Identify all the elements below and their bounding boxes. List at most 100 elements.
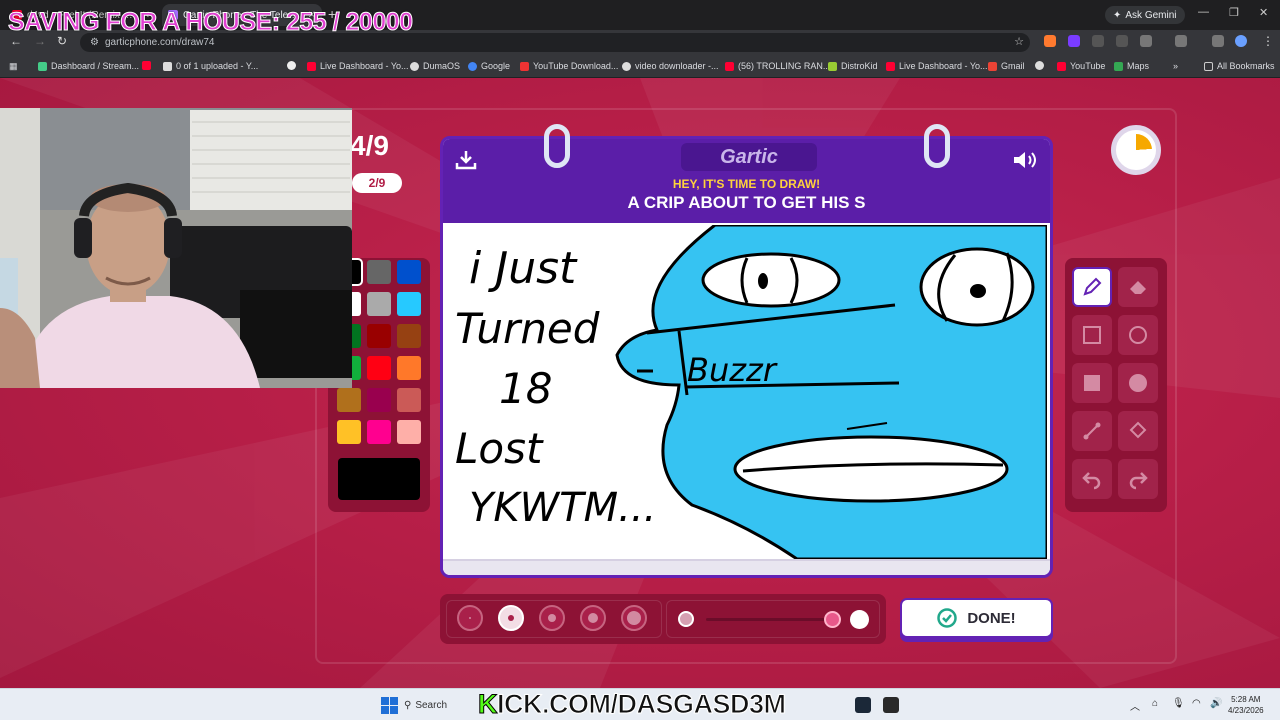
brush-size-4[interactable] (580, 605, 606, 631)
bookmark-label: Google (481, 61, 511, 71)
eraser-tool[interactable] (1118, 267, 1158, 307)
epic-games-icon[interactable] (883, 697, 899, 713)
brush-size-3[interactable] (539, 605, 565, 631)
volume-icon[interactable]: 🔊 (1210, 698, 1222, 709)
windows-taskbar: ⚲ Search KICK.COM/DASGASD3M ︿ ⌂ 🎙 ◠ 🔊 5:2… (0, 688, 1280, 720)
tab-search-icon[interactable] (1175, 35, 1187, 47)
bookmark-item[interactable] (287, 61, 296, 70)
ask-gemini-label: Ask Gemini (1125, 9, 1177, 21)
bookmark-item[interactable]: Live Dashboard - Yo... (307, 61, 409, 71)
steam-icon[interactable] (855, 697, 871, 713)
site-info-icon[interactable]: ⚙ (90, 37, 99, 48)
apps-icon[interactable]: ▦ (9, 61, 18, 72)
color-swatch[interactable] (397, 324, 421, 348)
taskbar-search[interactable]: ⚲ Search (404, 694, 464, 716)
undo-tool[interactable] (1072, 459, 1112, 499)
minimize-button[interactable]: — (1198, 6, 1209, 18)
bookmark-item[interactable]: DistroKid (828, 61, 878, 71)
bookmark-item[interactable]: Live Dashboard - Yo... (886, 61, 988, 71)
windows-start-icon[interactable] (381, 697, 398, 714)
brush-size-1[interactable] (457, 605, 483, 631)
color-swatch[interactable] (367, 324, 391, 348)
webcam-feed (0, 108, 352, 388)
drawing-card: Gartic HEY, IT'S TIME TO DRAW! A CRIP AB… (440, 136, 1053, 578)
extension-icon[interactable] (1068, 35, 1080, 47)
drawing-line: i Just (469, 243, 578, 294)
gartic-logo: Gartic (681, 143, 817, 171)
done-button[interactable]: DONE! (900, 598, 1053, 638)
bookmark-item[interactable]: YouTube Download... (520, 61, 618, 71)
color-swatch[interactable] (367, 388, 391, 412)
brush-size-bar (440, 594, 886, 644)
media-icon[interactable] (1212, 35, 1224, 47)
microphone-icon[interactable]: 🎙 (1172, 698, 1185, 709)
color-swatch[interactable] (397, 292, 421, 316)
timer (1111, 125, 1161, 175)
color-swatch[interactable] (397, 260, 421, 284)
bookmark-item[interactable]: DumaOS (410, 61, 460, 71)
bookmark-item[interactable] (142, 61, 151, 70)
line-icon (1083, 422, 1101, 440)
extension-icon[interactable] (1116, 35, 1128, 47)
extensions-puzzle-icon[interactable] (1140, 35, 1152, 47)
color-swatch[interactable] (367, 420, 391, 444)
savings-overlay: SAVING FOR A HOUSE: 255 / 20000 (8, 8, 414, 37)
bookmark-item[interactable]: Google (468, 61, 510, 71)
tool-panel (1065, 258, 1167, 512)
bookmark-item[interactable] (1035, 61, 1044, 70)
rectangle-tool[interactable] (1072, 315, 1112, 355)
opacity-slider[interactable] (706, 618, 836, 621)
ask-gemini-button[interactable]: ✦ Ask Gemini (1105, 6, 1185, 24)
done-label: DONE! (967, 609, 1016, 627)
color-swatch[interactable] (367, 260, 391, 284)
fill-tool[interactable] (1118, 411, 1158, 451)
brush-size-5[interactable] (621, 605, 647, 631)
pencil-tool[interactable] (1072, 267, 1112, 307)
ellipse-tool[interactable] (1118, 315, 1158, 355)
menu-icon[interactable]: ⋮ (1262, 34, 1274, 48)
redo-tool[interactable] (1118, 459, 1158, 499)
clock-date: 4/23/2026 (1228, 706, 1264, 715)
bookmark-item[interactable]: Maps (1114, 61, 1149, 71)
bookmark-label: YouTube Download... (533, 61, 619, 71)
color-swatch[interactable] (367, 356, 391, 380)
bookmark-label: Gmail (1001, 61, 1025, 71)
sound-icon[interactable] (1012, 149, 1038, 171)
profile-avatar[interactable] (1235, 35, 1247, 47)
more-bookmarks-icon[interactable]: » (1173, 61, 1178, 71)
bookmark-label: Live Dashboard - Yo... (899, 61, 988, 71)
all-bookmarks-label: All Bookmarks (1217, 61, 1275, 71)
color-swatch[interactable] (397, 420, 421, 444)
maximize-button[interactable]: ❐ (1229, 6, 1239, 19)
bookmark-item[interactable]: (56) TROLLING RAN... (725, 61, 830, 71)
filled-rectangle-tool[interactable] (1072, 363, 1112, 403)
close-window-button[interactable]: ✕ (1259, 6, 1268, 19)
bookmark-item[interactable]: video downloader -... (622, 61, 719, 71)
download-icon[interactable] (455, 149, 477, 171)
circle-outline-icon (1129, 326, 1147, 344)
color-swatch[interactable] (397, 388, 421, 412)
extension-icon[interactable] (1092, 35, 1104, 47)
wifi-icon[interactable]: ◠ (1192, 698, 1201, 709)
bookmark-item[interactable]: Dashboard / Stream... (38, 61, 139, 71)
line-tool[interactable] (1072, 411, 1112, 451)
color-swatch[interactable] (397, 356, 421, 380)
color-swatch[interactable] (337, 388, 361, 412)
bookmark-star-icon[interactable]: ☆ (1014, 35, 1024, 48)
color-swatch[interactable] (337, 420, 361, 444)
bookmark-item[interactable]: YouTube (1057, 61, 1105, 71)
color-swatch[interactable] (367, 292, 391, 316)
drawing-canvas[interactable]: i Just Turned 18 Lost YKWTM... Buzzr (447, 225, 1047, 559)
timer-dial (1120, 134, 1152, 166)
network-icon[interactable]: ⌂ (1152, 698, 1158, 709)
brush-size-2[interactable] (498, 605, 524, 631)
taskbar-clock[interactable]: 5:28 AM 4/23/2026 (1228, 694, 1264, 716)
extension-icon[interactable] (1044, 35, 1056, 47)
tray-chevron-icon[interactable]: ︿ (1130, 698, 1140, 713)
bookmark-item[interactable]: 0 of 1 uploaded - Y... (163, 61, 258, 71)
all-bookmarks[interactable]: All Bookmarks (1204, 61, 1275, 71)
drawing-nose-text: Buzzr (687, 351, 778, 389)
bookmark-item[interactable]: Gmail (988, 61, 1025, 71)
filled-ellipse-tool[interactable] (1118, 363, 1158, 403)
opacity-slider-knob[interactable] (824, 611, 841, 628)
